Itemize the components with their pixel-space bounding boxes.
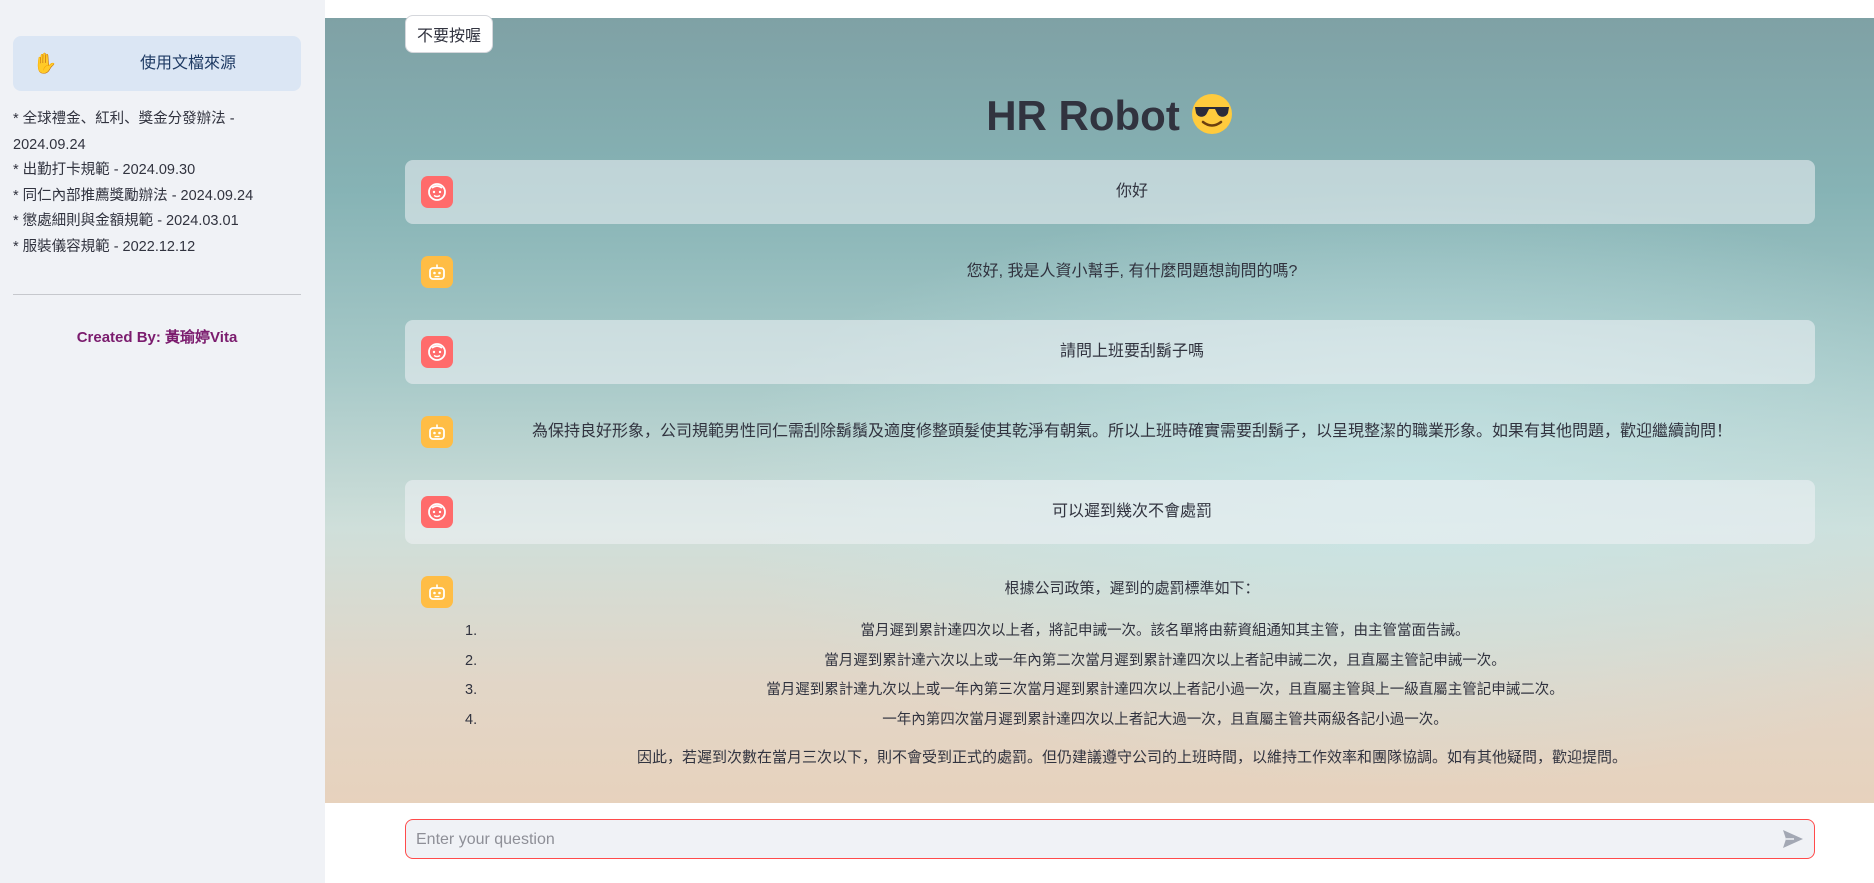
message-outro: 因此，若遲到次數在當月三次以下，則不會受到正式的處罰。但仍建議遵守公司的上班時間…: [636, 749, 1627, 766]
list-item: 4. 一年內第四次當月遲到累計達四次以上者記大過一次，且直屬主管共兩級各記小過一次…: [450, 706, 1810, 736]
document-item: * 出勤打卡規範 - 2024.09.30: [13, 162, 196, 178]
robot-face-icon: [421, 576, 453, 608]
robot-face-icon: [421, 416, 453, 448]
document-source-label: 使用文檔來源: [139, 55, 236, 72]
chat-message-assistant: 您好, 我是人資小幫手, 有什麼問題想詢問的嗎?: [405, 240, 1815, 304]
top-bar: [325, 0, 1874, 18]
question-input[interactable]: [414, 820, 1758, 860]
document-item: * 全球禮金、紅利、獎金分發辦法 - 2024.09.24: [13, 111, 235, 153]
no-press-button[interactable]: 不要按喔: [405, 15, 493, 53]
chat-message-user: 可以遲到幾次不會處罰: [405, 480, 1815, 544]
list-item: 1. 當月遲到累計達四次以上者，將記申誡一次。該名單將由薪資組通知其主管，由主管當…: [450, 617, 1810, 647]
list-item-number: 3.: [465, 682, 478, 698]
message-intro: 根據公司政策，遲到的處罰標準如下：: [1004, 580, 1260, 597]
chat-message-user: 請問上班要刮鬍子嗎: [405, 320, 1815, 384]
user-face-icon: [421, 336, 453, 368]
list-item: 2. 當月遲到累計達六次以上或一年內第二次當月遲到累計達四次以上者記申誡二次，且直…: [450, 647, 1810, 677]
message-text: 可以遲到幾次不會處罰: [1051, 503, 1212, 520]
list-item-number: 1.: [465, 623, 478, 639]
waving-hand-icon: ✋: [32, 53, 58, 75]
chat-input-container: [405, 819, 1815, 860]
document-item: * 服裝儀容規範 - 2022.12.12: [13, 238, 196, 255]
document-source-button[interactable]: ✋ 使用文檔來源: [13, 36, 301, 91]
credit-line: Created By: 黃瑜婷Vita: [0, 326, 314, 347]
list-item-text: 當月遲到累計達九次以上或一年內第三次當月遲到累計達四次以上者記小過一次，且直屬主…: [766, 682, 1564, 698]
message-text: 您好, 我是人資小幫手, 有什麼問題想詢問的嗎?: [966, 263, 1298, 280]
chat-message-user: 你好: [405, 160, 1815, 224]
sidebar: ✋ 使用文檔來源 * 全球禮金、紅利、獎金分發辦法 - 2024.09.24 *…: [0, 0, 325, 883]
user-face-icon: [421, 176, 453, 208]
send-arrow-icon[interactable]: [1780, 827, 1806, 851]
list-item: 3. 當月遲到累計達九次以上或一年內第三次當月遲到累計達四次以上者記小過一次，且直…: [450, 676, 1810, 706]
page-title: HR Robot: [405, 86, 1815, 146]
list-item-text: 當月遲到累計達六次以上或一年內第二次當月遲到累計達四次以上者記申誡二次，且直屬主…: [824, 652, 1506, 669]
sidebar-divider: [13, 294, 301, 295]
list-item-text: 一年內第四次當月遲到累計達四次以上者記大過一次，且直屬主管共兩級各記小過一次。: [882, 711, 1448, 728]
credit-prefix: Created By:: [76, 329, 166, 346]
list-item-text: 當月遲到累計達四次以上者，將記申誡一次。該名單將由薪資組通知其主管，由主管當面告…: [860, 623, 1470, 639]
chat-message-assistant: 為保持良好形象，公司規範男性同仁需刮除鬍鬚及適度修整頭髮使其乾淨有朝氣。所以上班…: [405, 400, 1815, 464]
list-item-number: 2.: [465, 652, 478, 669]
document-item: * 同仁內部推薦獎勵辦法 - 2024.09.24: [13, 187, 254, 204]
message-text: 為保持良好形象，公司規範男性同仁需刮除鬍鬚及適度修整頭髮使其乾淨有朝氣。所以上班…: [531, 423, 1732, 440]
message-text: 請問上班要刮鬍子嗎: [1059, 343, 1204, 360]
smiling-face-with-sunglasses-icon: [1191, 94, 1232, 134]
list-item-number: 4.: [465, 711, 478, 728]
document-item: * 懲處細則與金額規範 - 2024.03.01: [13, 213, 239, 229]
penalty-rules-list: 1. 當月遲到累計達四次以上者，將記申誡一次。該名單將由薪資組通知其主管，由主管當…: [450, 617, 1810, 735]
user-face-icon: [421, 496, 453, 528]
document-list: * 全球禮金、紅利、獎金分發辦法 - 2024.09.24 * 出勤打卡規範 -…: [13, 107, 303, 260]
message-text: 你好: [1115, 183, 1148, 200]
robot-face-icon: [421, 256, 453, 288]
credit-name: 黃瑜婷Vita: [165, 329, 238, 346]
page-title-text: HR Robot: [986, 92, 1180, 139]
